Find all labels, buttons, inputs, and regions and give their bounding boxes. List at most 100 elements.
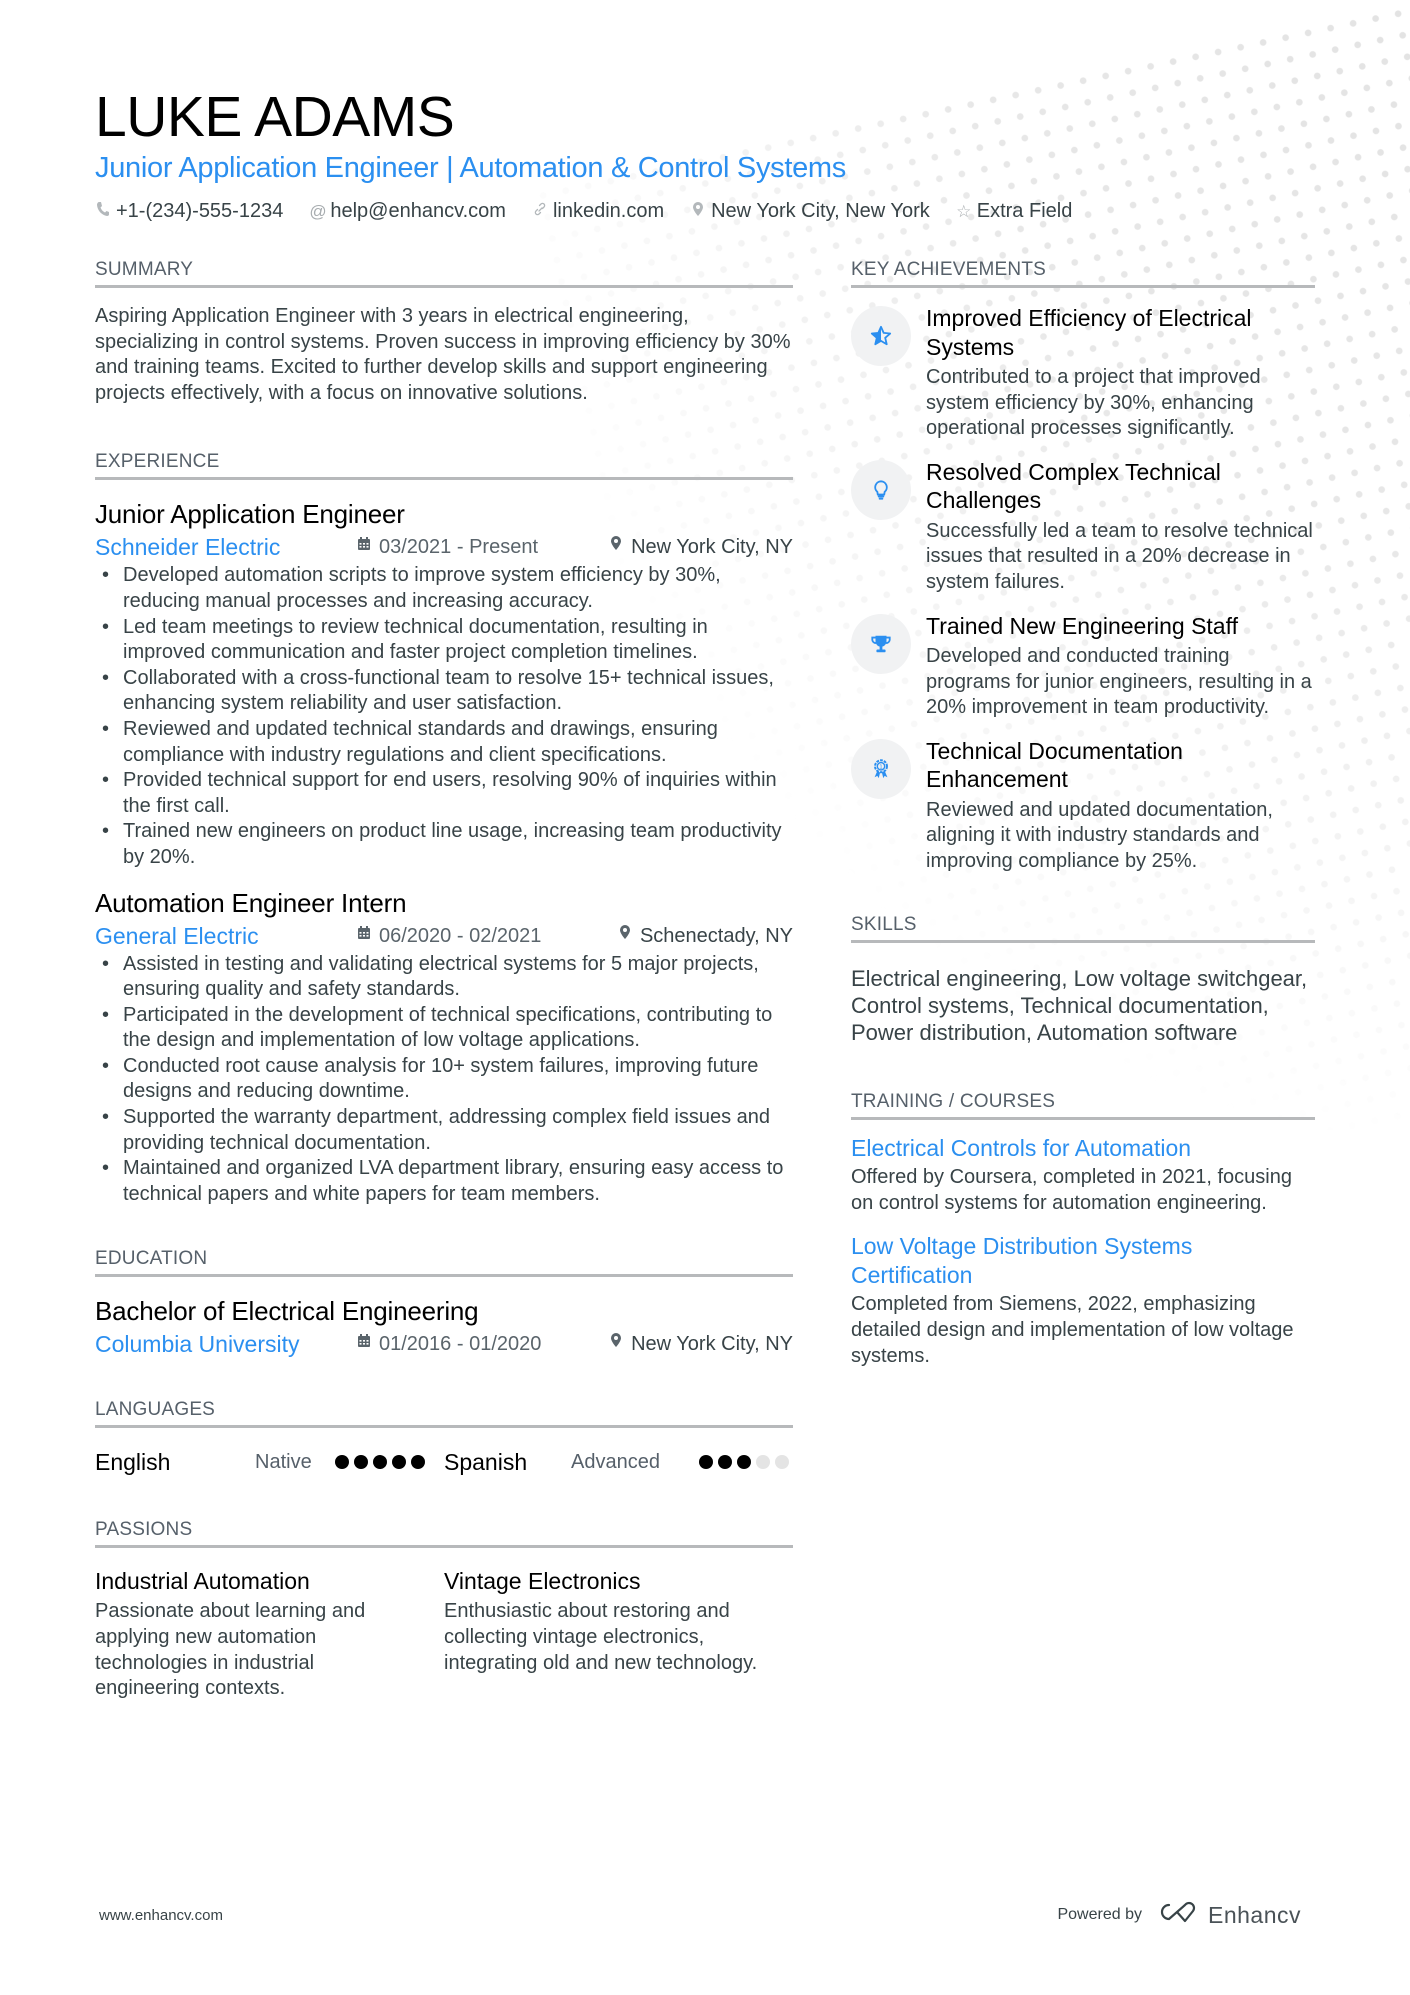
candidate-name: LUKE ADAMS	[95, 85, 455, 149]
language-name: Spanish	[444, 1448, 528, 1475]
education-meta: Columbia University 01/2016 - 01/2020 Ne…	[95, 1330, 793, 1358]
contact-linkedin[interactable]: linkedin.com	[532, 200, 664, 223]
job-bullets: Developed automation scripts to improve …	[95, 563, 793, 870]
bullet-item: Supported the warranty department, addre…	[95, 1105, 793, 1156]
trophy-icon	[851, 613, 911, 674]
job-meta: Schneider Electric 03/2021 - Present New…	[95, 533, 793, 561]
summary-text: Aspiring Application Engineer with 3 yea…	[95, 305, 791, 404]
job-entry: Automation Engineer Intern General Elect…	[95, 887, 793, 1208]
languages-section: LANGUAGES English Native Spanish Advance…	[95, 1398, 793, 1478]
summary-section: SUMMARY Aspiring Application Engineer wi…	[95, 258, 793, 406]
rating-dot-filled	[411, 1455, 425, 1470]
training-heading: TRAINING / COURSES	[851, 1090, 1315, 1120]
job-location: New York City, NY	[610, 533, 793, 561]
candidate-title: Junior Application Engineer | Automation…	[95, 152, 846, 184]
contact-extra: ☆ Extra Field	[956, 200, 1072, 223]
achievement-title: Improved Efficiency of Electrical System…	[926, 305, 1252, 360]
education-location: New York City, NY	[610, 1330, 793, 1358]
rating-dot-filled	[373, 1455, 387, 1470]
job-meta: General Electric 06/2020 - 02/2021 Schen…	[95, 922, 793, 950]
footer-website-link[interactable]: www.enhancv.com	[99, 1907, 223, 1924]
page-footer: www.enhancv.com Powered by Enhancv	[99, 1900, 1301, 1930]
language-item: English Native	[95, 1449, 444, 1476]
brand-logo[interactable]: Enhancv	[1154, 1900, 1301, 1930]
skills-heading: SKILLS	[851, 913, 1315, 943]
course-item: Electrical Controls for Automation Offer…	[851, 1134, 1315, 1217]
training-section: TRAINING / COURSES Electrical Controls f…	[851, 1090, 1315, 1369]
rating-dot-empty	[756, 1455, 770, 1470]
passion-item: Industrial Automation Passionate about l…	[95, 1566, 444, 1701]
job-dates: 06/2020 - 02/2021	[357, 922, 589, 950]
bullet-item: Trained new engineers on product line us…	[95, 819, 793, 870]
language-rating	[699, 1455, 789, 1470]
passion-description: Enthusiastic about restoring and collect…	[444, 1600, 758, 1674]
rating-dot-filled	[718, 1455, 732, 1470]
passions-section: PASSIONS Industrial Automation Passionat…	[95, 1518, 793, 1701]
achievement-title: Resolved Complex Technical Challenges	[926, 458, 1221, 514]
contact-row: +1-(234)-555-1234 @ help@enhancv.com lin…	[95, 200, 1315, 223]
passions-heading: PASSIONS	[95, 1518, 793, 1549]
achievement-title: Trained New Engineering Staff	[926, 612, 1238, 639]
calendar-icon	[357, 533, 371, 561]
bullet-item: Provided technical support for end users…	[95, 768, 793, 819]
languages-heading: LANGUAGES	[95, 1398, 793, 1429]
bullet-item: Led team meetings to review technical do…	[95, 615, 793, 666]
experience-section: EXPERIENCE Junior Application Engineer S…	[95, 450, 793, 1207]
contact-email[interactable]: @ help@enhancv.com	[309, 200, 506, 223]
passions-list: Industrial Automation Passionate about l…	[95, 1566, 793, 1701]
language-level: Native	[255, 1450, 312, 1473]
achievement-item: 1 Technical Documentation Enhancement Re…	[851, 737, 1315, 875]
location-text: New York City, New York	[711, 200, 930, 222]
achievement-body: Trained New Engineering Staff Developed …	[926, 612, 1315, 721]
job-dates-text: 03/2021 - Present	[379, 536, 538, 559]
passion-description: Passionate about learning and applying n…	[95, 1600, 366, 1700]
location-pin-icon	[690, 201, 706, 222]
education-heading: EDUCATION	[95, 1247, 793, 1278]
achievements-heading: KEY ACHIEVEMENTS	[851, 258, 1315, 288]
job-location: Schenectady, NY	[619, 922, 793, 950]
location-pin-icon	[610, 533, 622, 561]
course-item: Low Voltage Distribution Systems Certifi…	[851, 1232, 1315, 1369]
course-title: Low Voltage Distribution Systems Certifi…	[851, 1233, 1193, 1288]
summary-heading: SUMMARY	[95, 258, 793, 288]
course-title: Electrical Controls for Automation	[851, 1134, 1192, 1161]
skills-text: Electrical engineering, Low voltage swit…	[851, 965, 1308, 1045]
job-bullets: Assisted in testing and validating elect…	[95, 952, 793, 1208]
job-entry: Junior Application Engineer Schneider El…	[95, 498, 793, 870]
rating-dot-filled	[737, 1455, 751, 1470]
education-dates: 01/2016 - 01/2020	[357, 1330, 589, 1358]
contact-phone[interactable]: +1-(234)-555-1234	[95, 200, 283, 223]
calendar-icon	[357, 922, 371, 950]
location-pin-icon	[619, 922, 631, 950]
job-location-text: New York City, NY	[631, 536, 793, 559]
education-dates-text: 01/2016 - 01/2020	[379, 1333, 542, 1356]
education-section: EDUCATION Bachelor of Electrical Enginee…	[95, 1247, 793, 1358]
rating-dot-filled	[699, 1455, 713, 1470]
languages-list: English Native Spanish Advanced	[95, 1446, 793, 1478]
course-description: Completed from Siemens, 2022, emphasizin…	[851, 1293, 1294, 1367]
language-name: English	[95, 1448, 171, 1475]
link-icon	[532, 201, 548, 222]
location-pin-icon	[610, 1330, 622, 1358]
rating-dot-empty	[775, 1455, 789, 1470]
achievements-section: KEY ACHIEVEMENTS Improved Efficiency of …	[851, 258, 1315, 875]
at-icon: @	[309, 201, 327, 221]
achievement-body: Improved Efficiency of Electrical System…	[926, 304, 1315, 442]
achievement-title: Technical Documentation Enhancement	[926, 737, 1183, 793]
achievement-body: Technical Documentation Enhancement Revi…	[926, 737, 1315, 875]
job-title: Junior Application Engineer	[95, 499, 405, 530]
achievement-description: Contributed to a project that improved s…	[926, 366, 1261, 440]
achievement-body: Resolved Complex Technical Challenges Su…	[926, 458, 1315, 596]
star-half-icon	[851, 306, 911, 366]
resume-header: LUKE ADAMS Junior Application Engineer |…	[95, 86, 1315, 223]
svg-text:1: 1	[879, 764, 883, 770]
rating-dot-filled	[354, 1455, 368, 1470]
language-item: Spanish Advanced	[444, 1449, 793, 1476]
passion-title: Industrial Automation	[95, 1568, 310, 1595]
enhancv-logo-icon	[1154, 1900, 1200, 1930]
education-entry: Bachelor of Electrical Engineering Colum…	[95, 1295, 793, 1358]
bullet-item: Developed automation scripts to improve …	[95, 563, 793, 614]
company-name: Schneider Electric	[95, 534, 281, 561]
calendar-icon	[357, 1330, 371, 1358]
contact-location: New York City, New York	[690, 200, 930, 223]
